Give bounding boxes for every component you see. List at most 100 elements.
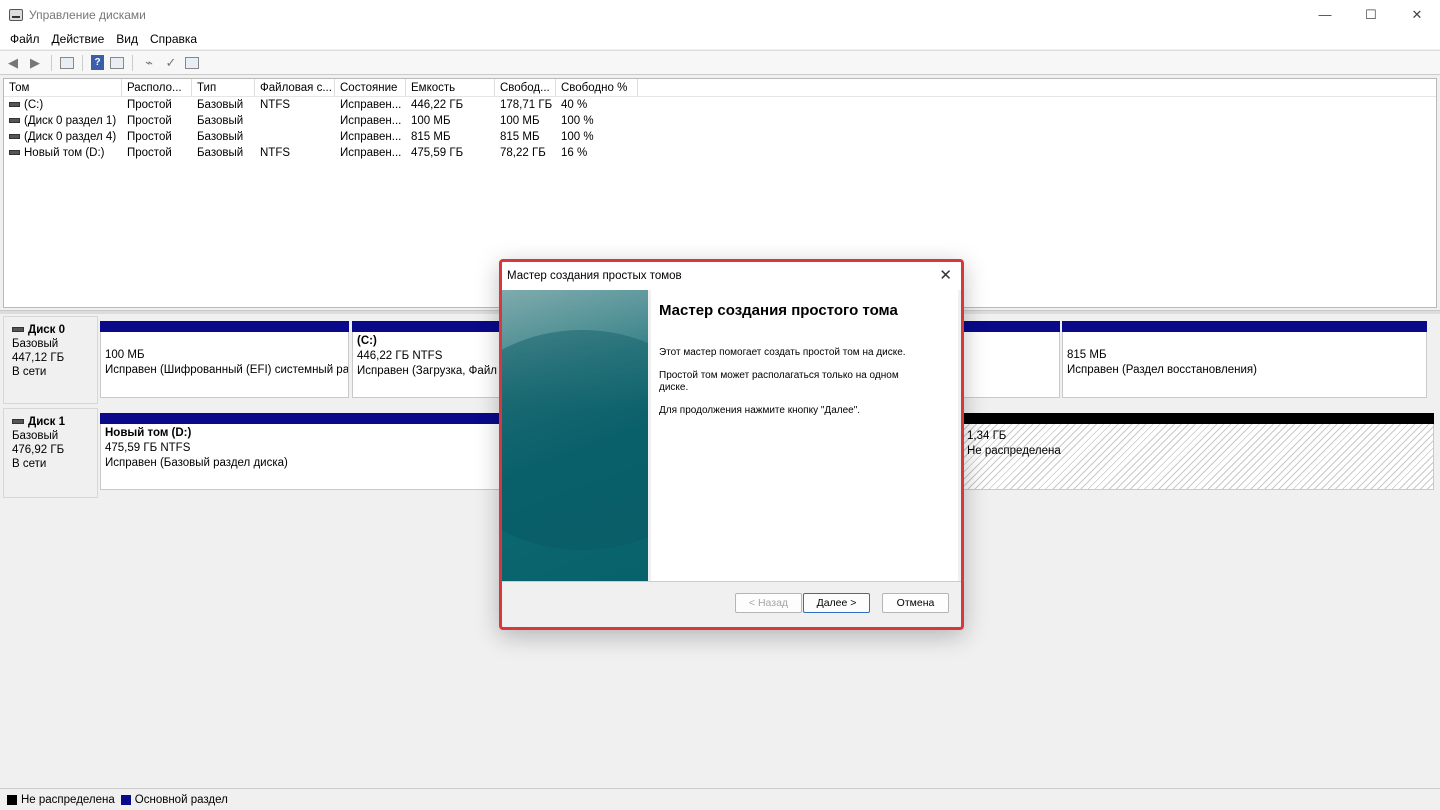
layout-cell: Простой <box>127 115 172 127</box>
status-cell: Исправен... <box>340 131 402 143</box>
column-header-volume[interactable]: Том <box>4 79 122 96</box>
toolbar-separator <box>51 54 52 71</box>
forward-arrow-icon[interactable]: ▶ <box>27 55 43 71</box>
unallocated-block[interactable]: 1,34 ГБ Не распределена <box>962 413 1434 490</box>
wizard-content: Мастер создания простого тома Этот масте… <box>651 290 958 581</box>
volume-name-cell: (C:) <box>4 97 122 113</box>
wizard-paragraph: Для продолжения нажмите кнопку "Далее". <box>659 405 861 416</box>
free-percent-cell: 100 % <box>561 115 594 127</box>
disk-label[interactable]: Диск 0 Базовый 447,12 ГБ В сети <box>3 316 98 404</box>
dialog-buttons: < Назад Далее > Отмена <box>502 593 961 617</box>
capacity-cell: 475,59 ГБ <box>411 147 464 159</box>
column-header-layout[interactable]: Располо... <box>122 79 192 96</box>
volume-list-header: Том Располо... Тип Файловая с... Состоян… <box>4 79 1436 97</box>
column-header-type[interactable]: Тип <box>192 79 255 96</box>
partition-status: Не распределена <box>967 445 1061 457</box>
column-header-free-percent[interactable]: Свободно % <box>556 79 638 96</box>
legend-swatch-unallocated <box>7 794 17 805</box>
dialog-close-button[interactable]: ✕ <box>939 266 952 284</box>
cancel-button[interactable]: Отмена <box>882 593 949 613</box>
column-header-status[interactable]: Состояние <box>335 79 406 96</box>
minimize-button[interactable]: — <box>1302 0 1348 29</box>
checklist-icon[interactable]: ✓ <box>163 55 179 71</box>
maximize-button[interactable]: ☐ <box>1348 0 1394 29</box>
window-controls: — ☐ ✕ <box>1302 0 1440 29</box>
column-header-capacity[interactable]: Емкость <box>406 79 495 96</box>
view-list-icon[interactable] <box>185 56 199 69</box>
status-cell: Исправен... <box>340 115 402 127</box>
wizard-heading: Мастер создания простого тома <box>659 302 898 319</box>
free-percent-cell: 40 % <box>561 99 588 111</box>
table-row[interactable]: (Диск 0 раздел 4) Простой Базовый Исправ… <box>4 129 1436 145</box>
volume-name-cell: (Диск 0 раздел 1) <box>4 113 122 129</box>
back-arrow-icon[interactable]: ◀ <box>5 55 21 71</box>
help-icon[interactable]: ? <box>91 55 104 70</box>
disk-name: Диск 0 <box>28 324 66 336</box>
disk-type: Базовый <box>12 430 59 442</box>
legend-label: Основной раздел <box>134 793 228 806</box>
unallocated-bar <box>962 413 1434 424</box>
filesystem-cell: NTFS <box>260 147 291 159</box>
close-button[interactable]: ✕ <box>1394 0 1440 29</box>
properties-icon[interactable] <box>110 56 124 69</box>
menu-file[interactable]: Файл <box>4 32 46 46</box>
disk-name: Диск 1 <box>28 416 66 428</box>
partition-status: Исправен (Шифрованный (EFI) системный ра… <box>105 364 349 376</box>
legend-item: Основной раздел <box>120 793 228 806</box>
free-space-cell: 815 МБ <box>500 131 540 143</box>
partition-block[interactable]: 100 МБ Исправен (Шифрованный (EFI) систе… <box>100 321 349 398</box>
partition-size: 815 МБ <box>1067 349 1107 361</box>
disk-name-line: Диск 1 <box>12 415 97 429</box>
disk-label[interactable]: Диск 1 Базовый 476,92 ГБ В сети <box>3 408 98 498</box>
column-header-free-space[interactable]: Свобод... <box>495 79 556 96</box>
partition-body: 1,34 ГБ Не распределена <box>962 424 1434 490</box>
table-row[interactable]: Новый том (D:) Простой Базовый NTFS Испр… <box>4 145 1436 161</box>
free-space-cell: 100 МБ <box>500 115 540 127</box>
table-row[interactable]: (Диск 0 раздел 1) Простой Базовый Исправ… <box>4 113 1436 129</box>
primary-partition-bar <box>100 321 349 332</box>
title-bar: Управление дисками — ☐ ✕ <box>0 0 1440 29</box>
capacity-cell: 815 МБ <box>411 131 451 143</box>
capacity-cell: 446,22 ГБ <box>411 99 464 111</box>
connect-drive-icon[interactable]: ⌁ <box>141 55 157 71</box>
filesystem-cell <box>255 129 335 145</box>
menu-help[interactable]: Справка <box>144 32 203 46</box>
type-cell: Базовый <box>197 131 244 143</box>
volume-name-cell: Новый том (D:) <box>4 145 122 161</box>
status-cell: Исправен... <box>340 99 402 111</box>
drive-icon <box>9 134 20 140</box>
disk-management-icon <box>9 8 23 21</box>
filesystem-cell <box>255 113 335 129</box>
drive-icon <box>9 150 20 156</box>
partition-block[interactable]: 815 МБ Исправен (Раздел восстановления) <box>1062 321 1427 398</box>
disk-type: Базовый <box>12 338 59 350</box>
new-simple-volume-wizard: Мастер создания простых томов ✕ Мастер с… <box>499 259 964 630</box>
back-button[interactable]: < Назад <box>735 593 802 613</box>
layout-cell: Простой <box>127 131 172 143</box>
volume-name: Новый том (D:) <box>24 147 105 159</box>
type-cell: Базовый <box>197 99 244 111</box>
table-row[interactable]: (C:) Простой Базовый NTFS Исправен... 44… <box>4 97 1436 113</box>
disk-size: 476,92 ГБ <box>12 444 65 456</box>
free-percent-cell: 16 % <box>561 147 588 159</box>
legend-swatch-primary <box>120 794 131 805</box>
legend: Не распределена Основной раздел <box>0 788 1440 810</box>
layout-cell: Простой <box>127 99 172 111</box>
menu-view[interactable]: Вид <box>110 32 144 46</box>
free-space-cell: 78,22 ГБ <box>500 147 546 159</box>
partition-size: 100 МБ <box>105 349 145 361</box>
partition-status: Исправен (Раздел восстановления) <box>1067 364 1257 376</box>
next-button[interactable]: Далее > <box>803 593 870 613</box>
dialog-divider <box>502 581 961 582</box>
menu-action[interactable]: Действие <box>46 32 111 46</box>
disk-size: 447,12 ГБ <box>12 352 65 364</box>
partition-body: 100 МБ Исправен (Шифрованный (EFI) систе… <box>100 332 349 398</box>
toolbar-separator <box>82 54 83 71</box>
layout-cell: Простой <box>127 147 172 159</box>
partition-size: 1,34 ГБ <box>967 430 1007 442</box>
column-header-filesystem[interactable]: Файловая с... <box>255 79 335 96</box>
drive-icon <box>9 118 20 124</box>
disk-status: В сети <box>12 458 47 470</box>
console-tree-icon[interactable] <box>60 56 74 69</box>
legend-label: Не распределена <box>21 793 115 806</box>
